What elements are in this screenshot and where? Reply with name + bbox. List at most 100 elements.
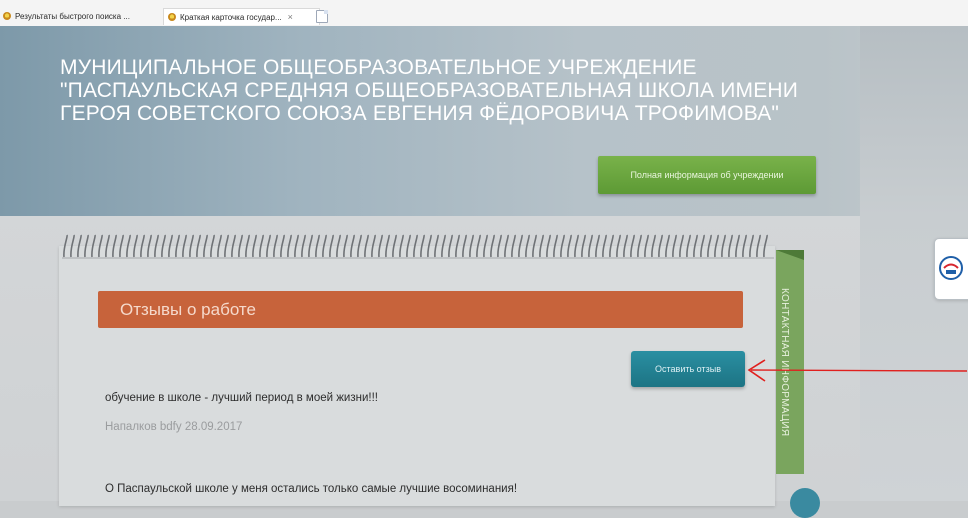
contact-tab-bubble (790, 488, 820, 518)
full-info-button[interactable]: Полная информация об учреждении (598, 156, 816, 194)
gold-emblem-icon (168, 13, 176, 21)
spiral-ring (154, 234, 159, 258)
spiral-ring (567, 234, 572, 258)
spiral-ring (336, 234, 341, 258)
spiral-ring (112, 234, 117, 258)
title-line: МУНИЦИПАЛЬНОЕ ОБЩЕОБРАЗОВАТЕЛЬНОЕ УЧРЕЖД… (60, 56, 697, 79)
spiral-ring (462, 234, 467, 258)
spiral-ring (217, 234, 222, 258)
spiral-ring (651, 234, 656, 258)
spiral-ring (133, 234, 138, 258)
spiral-ring (679, 234, 684, 258)
spiral-ring (707, 234, 712, 258)
spiral-ring (378, 234, 383, 258)
spiral-ring (406, 234, 411, 258)
spiral-ring (574, 234, 579, 258)
spiral-ring (238, 234, 243, 258)
spiral-ring (560, 234, 565, 258)
spiral-ring (63, 234, 68, 258)
spiral-ring (742, 234, 747, 258)
gold-emblem-icon (3, 12, 11, 20)
spiral-ring (434, 234, 439, 258)
spiral-ring (420, 234, 425, 258)
spiral-ring (532, 234, 537, 258)
spiral-ring (539, 234, 544, 258)
spiral-ring (672, 234, 677, 258)
spiral-ring (91, 234, 96, 258)
spiral-ring (490, 234, 495, 258)
spiral-ring (427, 234, 432, 258)
spiral-ring (609, 234, 614, 258)
spiral-ring (203, 234, 208, 258)
spiral-ring (469, 234, 474, 258)
spiral-ring (693, 234, 698, 258)
spiral-ring (371, 234, 376, 258)
spiral-ring (763, 234, 768, 258)
spiral-ring (385, 234, 390, 258)
close-icon[interactable]: × (288, 12, 293, 22)
spiral-ring (714, 234, 719, 258)
spiral-ring (231, 234, 236, 258)
spiral-ring (322, 234, 327, 258)
spiral-ring (441, 234, 446, 258)
review-author-date: Напалков bdfy 28.09.2017 (105, 421, 243, 433)
spiral-ring (616, 234, 621, 258)
title-line: ГЕРОЯ СОВЕТСКОГО СОЮЗА ЕВГЕНИЯ ФЁДОРОВИЧ… (60, 102, 780, 125)
spiral-ring (749, 234, 754, 258)
spiral-ring (70, 234, 75, 258)
notebook-spiral (62, 234, 774, 259)
new-tab-icon[interactable] (316, 10, 328, 23)
spiral-ring (546, 234, 551, 258)
feedback-widget-icon[interactable] (934, 238, 968, 300)
spiral-ring (168, 234, 173, 258)
browser-tab-search-results[interactable]: Результаты быстрого поиска ... (3, 9, 158, 23)
tab-label: Краткая карточка государ... (180, 12, 282, 22)
spiral-ring (119, 234, 124, 258)
spiral-ring (525, 234, 530, 258)
spiral-ring (280, 234, 285, 258)
spiral-ring (511, 234, 516, 258)
spiral-ring (196, 234, 201, 258)
spiral-ring (455, 234, 460, 258)
spiral-ring (315, 234, 320, 258)
spiral-ring (630, 234, 635, 258)
spiral-ring (77, 234, 82, 258)
spiral-ring (399, 234, 404, 258)
institution-title: МУНИЦИПАЛЬНОЕ ОБЩЕОБРАЗОВАТЕЛЬНОЕ УЧРЕЖД… (60, 56, 800, 125)
spiral-ring (224, 234, 229, 258)
tab-label: Результаты быстрого поиска ... (15, 11, 130, 21)
browser-tab-strip: Результаты быстрого поиска ... Краткая к… (0, 0, 968, 27)
spiral-ring (294, 234, 299, 258)
spiral-ring (287, 234, 292, 258)
reviews-header: Отзывы о работе (98, 291, 743, 328)
contact-tab-fold (776, 250, 804, 260)
spiral-ring (84, 234, 89, 258)
spiral-ring (147, 234, 152, 258)
spiral-ring (357, 234, 362, 258)
spiral-ring (182, 234, 187, 258)
spiral-ring (413, 234, 418, 258)
widget-logo-icon (939, 256, 963, 280)
spiral-ring (644, 234, 649, 258)
spiral-ring (497, 234, 502, 258)
spiral-ring (735, 234, 740, 258)
spiral-ring (350, 234, 355, 258)
spiral-ring (259, 234, 264, 258)
spiral-ring (266, 234, 271, 258)
spiral-ring (483, 234, 488, 258)
spiral-ring (504, 234, 509, 258)
spiral-ring (588, 234, 593, 258)
spiral-ring (700, 234, 705, 258)
spiral-ring (273, 234, 278, 258)
spiral-ring (595, 234, 600, 258)
spiral-ring (728, 234, 733, 258)
spiral-ring (189, 234, 194, 258)
leave-review-button[interactable]: Оставить отзыв (631, 351, 745, 387)
spiral-ring (756, 234, 761, 258)
browser-tab-card[interactable]: Краткая карточка государ... × (163, 8, 320, 25)
spiral-ring (623, 234, 628, 258)
spiral-ring (518, 234, 523, 258)
spiral-ring (553, 234, 558, 258)
spiral-ring (301, 234, 306, 258)
spiral-ring (210, 234, 215, 258)
